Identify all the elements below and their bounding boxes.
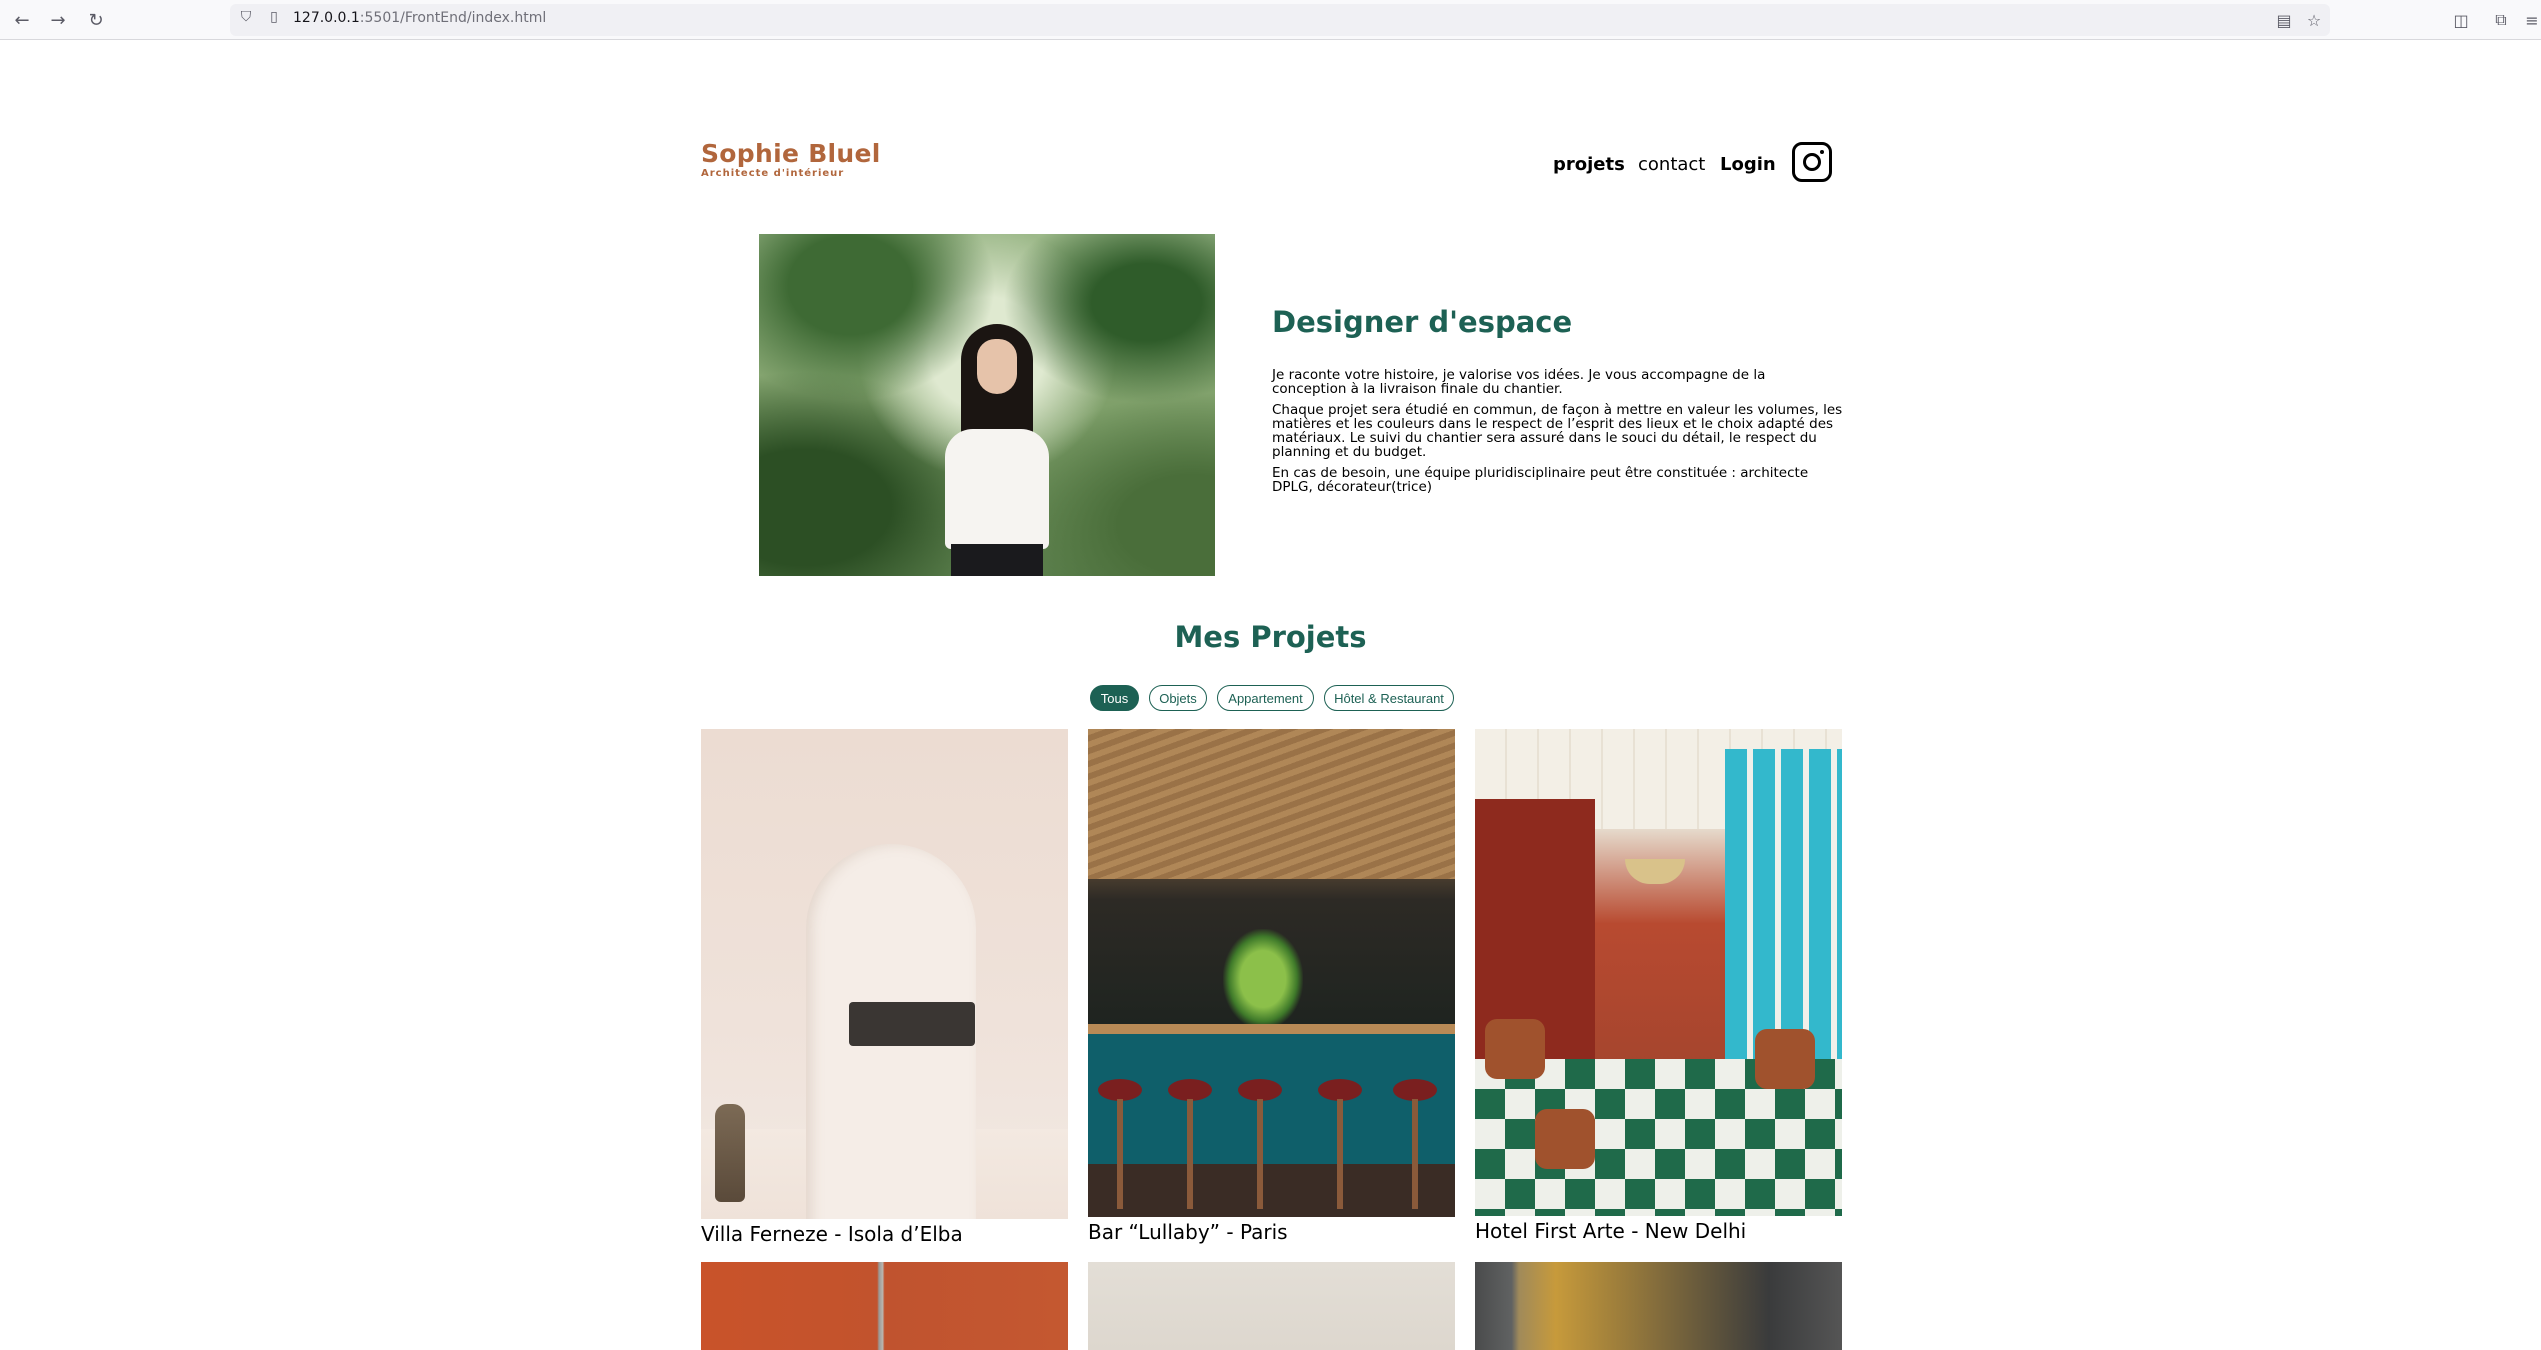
bar-stool-leg (1257, 1099, 1263, 1209)
menu-icon[interactable]: ≡ (2520, 8, 2541, 32)
project-card-partial[interactable] (1088, 1262, 1455, 1350)
intro-paragraph: Je raconte votre histoire, je valorise v… (1272, 367, 1766, 397)
project-image-villa (701, 729, 1068, 1219)
instagram-dot (1820, 150, 1824, 154)
filter-appartement[interactable]: Appartement (1217, 685, 1314, 711)
hotel-windows (1725, 749, 1842, 1069)
bar-stool-leg (1337, 1099, 1343, 1209)
nav-contact-link[interactable]: contact (1638, 154, 1705, 175)
hotel-chandelier (1625, 859, 1685, 884)
portrait-skirt (951, 544, 1043, 576)
bar-plant (1223, 929, 1303, 1029)
reload-icon[interactable]: ↻ (84, 8, 108, 32)
shield-icon[interactable]: ⛉ (238, 9, 254, 25)
project-card[interactable]: Villa Ferneze - Isola d’Elba (701, 729, 1068, 1247)
villa-sofa (849, 1002, 975, 1046)
bar-stool (1393, 1079, 1437, 1101)
project-card-partial[interactable] (1475, 1262, 1842, 1350)
instagram-lens (1803, 153, 1821, 171)
bar-stool-leg (1187, 1099, 1193, 1209)
page-icon[interactable]: ▯ (266, 9, 282, 25)
url-path: :5501/FrontEnd/index.html (359, 10, 547, 26)
portrait-face (977, 339, 1017, 394)
villa-vase (715, 1104, 745, 1202)
logo[interactable]: Sophie Bluel Architecte d'intérieur (701, 140, 881, 180)
bar-stool (1238, 1079, 1282, 1101)
bar-floor (1088, 1164, 1455, 1217)
project-card-partial[interactable] (701, 1262, 1068, 1350)
pocket-icon[interactable]: ◫ (2449, 8, 2473, 32)
extensions-icon[interactable]: ⧉ (2489, 8, 2513, 32)
reader-view-icon[interactable]: ▤ (2272, 8, 2296, 32)
filter-hotel-restaurant[interactable]: Hôtel & Restaurant (1324, 685, 1454, 711)
intro-text: Je raconte votre histoire, je valorise v… (1272, 368, 1844, 501)
nav-contact[interactable]: contact (1638, 150, 1705, 178)
project-image-bar (1088, 729, 1455, 1217)
browser-toolbar: ← → ↻ ⛉ ▯ 127.0.0.1:5501/FrontEnd/index.… (0, 0, 2541, 40)
bar-ceiling (1088, 729, 1455, 879)
project-caption: Bar “Lullaby” - Paris (1088, 1220, 1288, 1244)
bar-stool (1168, 1079, 1212, 1101)
hotel-chair (1535, 1109, 1595, 1169)
forward-icon[interactable]: → (46, 8, 70, 32)
project-image-hotel (1475, 729, 1842, 1216)
project-caption: Hotel First Arte - New Delhi (1475, 1219, 1747, 1243)
bar-stool (1098, 1079, 1142, 1101)
portrait-shirt (945, 429, 1049, 549)
bookmark-star-icon[interactable]: ☆ (2302, 8, 2326, 32)
project-card[interactable]: Hotel First Arte - New Delhi (1475, 729, 1842, 1244)
url-text[interactable]: 127.0.0.1:5501/FrontEnd/index.html (293, 10, 546, 26)
back-icon[interactable]: ← (10, 8, 34, 32)
url-host: 127.0.0.1 (293, 10, 360, 26)
intro-paragraph: Chaque projet sera étudié en commun, de … (1272, 402, 1843, 460)
instagram-icon[interactable] (1792, 142, 1832, 182)
intro-title: Designer d'espace (1272, 305, 1573, 339)
architect-portrait (759, 234, 1215, 576)
hotel-chair (1485, 1019, 1545, 1079)
project-caption: Villa Ferneze - Isola d’Elba (701, 1222, 963, 1246)
nav-login-link[interactable]: Login (1720, 154, 1776, 175)
bar-stool (1318, 1079, 1362, 1101)
bar-stool-leg (1117, 1099, 1123, 1209)
logo-title: Sophie Bluel (701, 139, 881, 168)
logo-subtitle: Architecte d'intérieur (701, 168, 845, 179)
filter-objets[interactable]: Objets (1149, 685, 1207, 711)
nav-projets[interactable]: projets (1553, 150, 1625, 178)
project-card[interactable]: Bar “Lullaby” - Paris (1088, 729, 1455, 1245)
bar-stool-leg (1412, 1099, 1418, 1209)
filter-tous[interactable]: Tous (1090, 685, 1139, 711)
intro-paragraph: En cas de besoin, une équipe pluridiscip… (1272, 465, 1809, 495)
nav-login[interactable]: Login (1720, 150, 1776, 178)
projects-title: Mes Projets (1174, 620, 1367, 654)
nav-projets-link[interactable]: projets (1553, 154, 1625, 175)
hotel-chair (1755, 1029, 1815, 1089)
